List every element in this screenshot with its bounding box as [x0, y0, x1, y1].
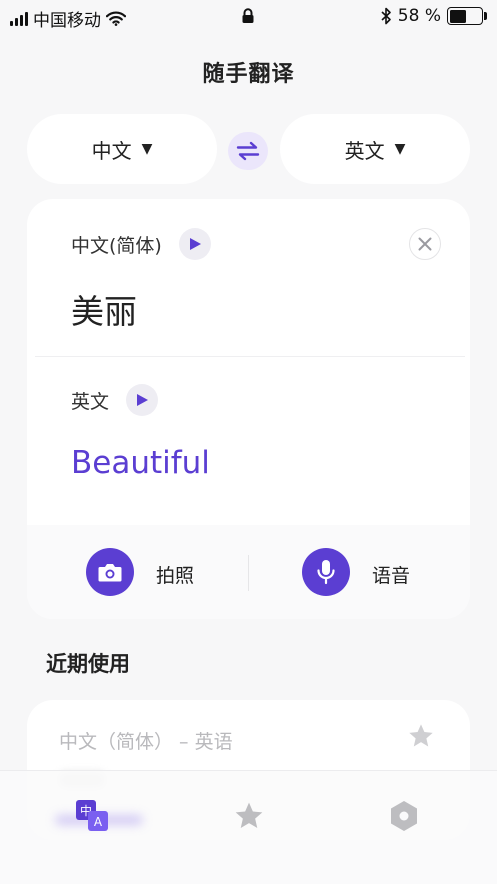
action-divider — [248, 555, 249, 591]
photo-label[interactable]: 拍照 — [156, 561, 194, 588]
star-icon[interactable] — [407, 722, 435, 750]
tab-translate[interactable]: 中 A — [72, 799, 112, 833]
carrier-name: 中国移动 — [33, 11, 101, 31]
clear-button[interactable] — [409, 228, 441, 260]
camera-icon — [98, 564, 122, 582]
microphone-icon — [317, 560, 335, 585]
recent-section-title: 近期使用 — [46, 652, 130, 676]
swap-icon — [236, 141, 260, 161]
history-language-pair: 中文（简体） – 英语 — [59, 731, 233, 753]
signal-icon — [10, 11, 28, 26]
input-actions: 拍照 语音 — [27, 525, 470, 619]
play-source-button[interactable] — [179, 228, 211, 260]
chevron-down-icon: ▼ — [141, 141, 153, 157]
battery-icon — [447, 7, 487, 25]
play-target-button[interactable] — [126, 384, 158, 416]
swap-languages-button[interactable] — [228, 132, 268, 170]
tab-settings[interactable] — [384, 799, 424, 833]
close-icon — [418, 237, 432, 251]
divider — [35, 356, 465, 357]
play-icon — [137, 394, 148, 406]
page-title: 随手翻译 — [202, 62, 295, 87]
play-icon — [190, 238, 201, 250]
translated-text: Beautiful — [71, 445, 210, 481]
svg-text:A: A — [94, 815, 103, 829]
bluetooth-icon — [381, 7, 391, 25]
star-icon — [235, 802, 263, 828]
source-language-label: 中文 — [91, 138, 132, 163]
battery-percent: 58 % — [397, 6, 441, 26]
photo-button[interactable] — [86, 548, 134, 596]
source-text[interactable]: 美丽 — [71, 285, 137, 333]
voice-button[interactable] — [302, 548, 350, 596]
voice-label[interactable]: 语音 — [372, 561, 410, 588]
source-language-selector[interactable]: 中文 ▼ — [27, 114, 217, 184]
lock-icon — [241, 8, 255, 28]
status-left: 中国移动 — [10, 6, 126, 31]
wifi-icon — [106, 11, 126, 26]
target-language-selector[interactable]: 英文 ▼ — [280, 114, 470, 184]
hexagon-settings-icon — [391, 801, 417, 831]
tab-favorites[interactable] — [229, 799, 269, 833]
translate-icon: 中 A — [76, 800, 108, 831]
chevron-down-icon: ▼ — [394, 141, 406, 157]
status-bar: 中国移动 58 % — [0, 0, 497, 32]
target-language-label: 英文 — [344, 138, 385, 163]
target-language-caption: 英文 — [71, 391, 110, 413]
translation-card: 中文(简体) 美丽 英文 Beautiful 拍照 语音 — [27, 199, 470, 619]
source-language-caption: 中文(简体) — [71, 235, 162, 257]
tab-bar: 中 A — [0, 770, 497, 884]
status-right: 58 % — [380, 6, 487, 26]
